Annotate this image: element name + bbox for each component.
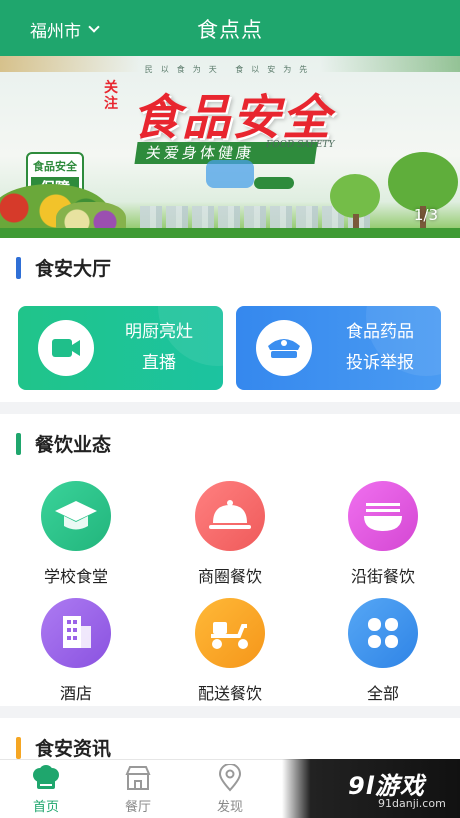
delivery-scooter-icon (195, 598, 265, 668)
category-hotel[interactable]: 酒店 (16, 598, 136, 704)
noodle-bowl-icon (348, 481, 418, 551)
category-label: 全部 (366, 684, 399, 703)
section-title-hall: 食安大厅 (16, 254, 111, 281)
card-label-line2: 直播 (142, 353, 176, 373)
clover-grid-icon (348, 598, 418, 668)
graduation-cap-icon (41, 481, 111, 551)
banner-headline: 食品安全 (132, 90, 333, 146)
card-label-line1: 明厨亮灶 (125, 322, 193, 342)
category-label: 学校食堂 (43, 567, 108, 586)
banner-carousel[interactable]: 民以食为天 食以安为先 关注 食品安全 关爱身体健康 FOOD SAFETY 食… (0, 56, 460, 238)
cloche-icon (195, 481, 265, 551)
category-label: 沿街餐饮 (350, 567, 415, 586)
banner-en-text: FOOD SAFETY (266, 140, 335, 150)
tab-discover[interactable]: 发现 (200, 763, 260, 815)
storefront-icon (123, 764, 153, 792)
location-pin-icon (215, 763, 245, 792)
card-label-line2: 投诉举报 (346, 353, 414, 373)
app-header: 福州市 食点点 (0, 0, 460, 56)
category-label: 酒店 (59, 684, 92, 703)
chef-hat-icon (31, 764, 61, 792)
video-camera-icon (38, 320, 94, 376)
category-label: 商圈餐饮 (197, 567, 262, 586)
category-all[interactable]: 全部 (323, 598, 443, 704)
app-title: 食点点 (197, 18, 263, 42)
tab-label: 发现 (216, 800, 243, 815)
hotel-building-icon (41, 598, 111, 668)
shield-logo-icon (206, 160, 254, 188)
watermark-url: 91danji.com (378, 797, 446, 810)
watermark-logo: 9l游戏 (348, 772, 425, 800)
section-title-categories: 餐饮业态 (16, 430, 111, 457)
tab-home[interactable]: 首页 (16, 764, 76, 815)
tab-restaurant[interactable]: 餐厅 (108, 764, 168, 815)
banner-top-text: 民以食为天 食以安为先 (144, 65, 316, 74)
category-street-food[interactable]: 沿街餐饮 (323, 481, 443, 587)
tab-label: 餐厅 (124, 800, 151, 815)
tree-illustration (330, 174, 380, 218)
banner-page-indicator: 1/3 (413, 206, 438, 224)
category-business-district[interactable]: 商圈餐饮 (170, 481, 290, 587)
section-title-news: 食安资讯 (16, 734, 111, 761)
tab-label: 首页 (32, 800, 59, 815)
card-label-line1: 食品药品 (346, 322, 414, 342)
category-label: 配送餐饮 (197, 684, 262, 703)
police-cap-icon (256, 320, 312, 376)
category-school-canteen[interactable]: 学校食堂 (16, 481, 136, 587)
live-kitchen-card[interactable]: 明厨亮灶 直播 (18, 306, 223, 390)
complaint-report-card[interactable]: 食品药品 投诉举报 (236, 306, 441, 390)
tree-illustration (388, 152, 458, 212)
category-delivery[interactable]: 配送餐饮 (170, 598, 290, 704)
banner-pill-decoration (254, 177, 294, 189)
banner-tag: 关注 (104, 80, 118, 112)
site-watermark: 9l游戏 91danji.com (282, 759, 460, 818)
